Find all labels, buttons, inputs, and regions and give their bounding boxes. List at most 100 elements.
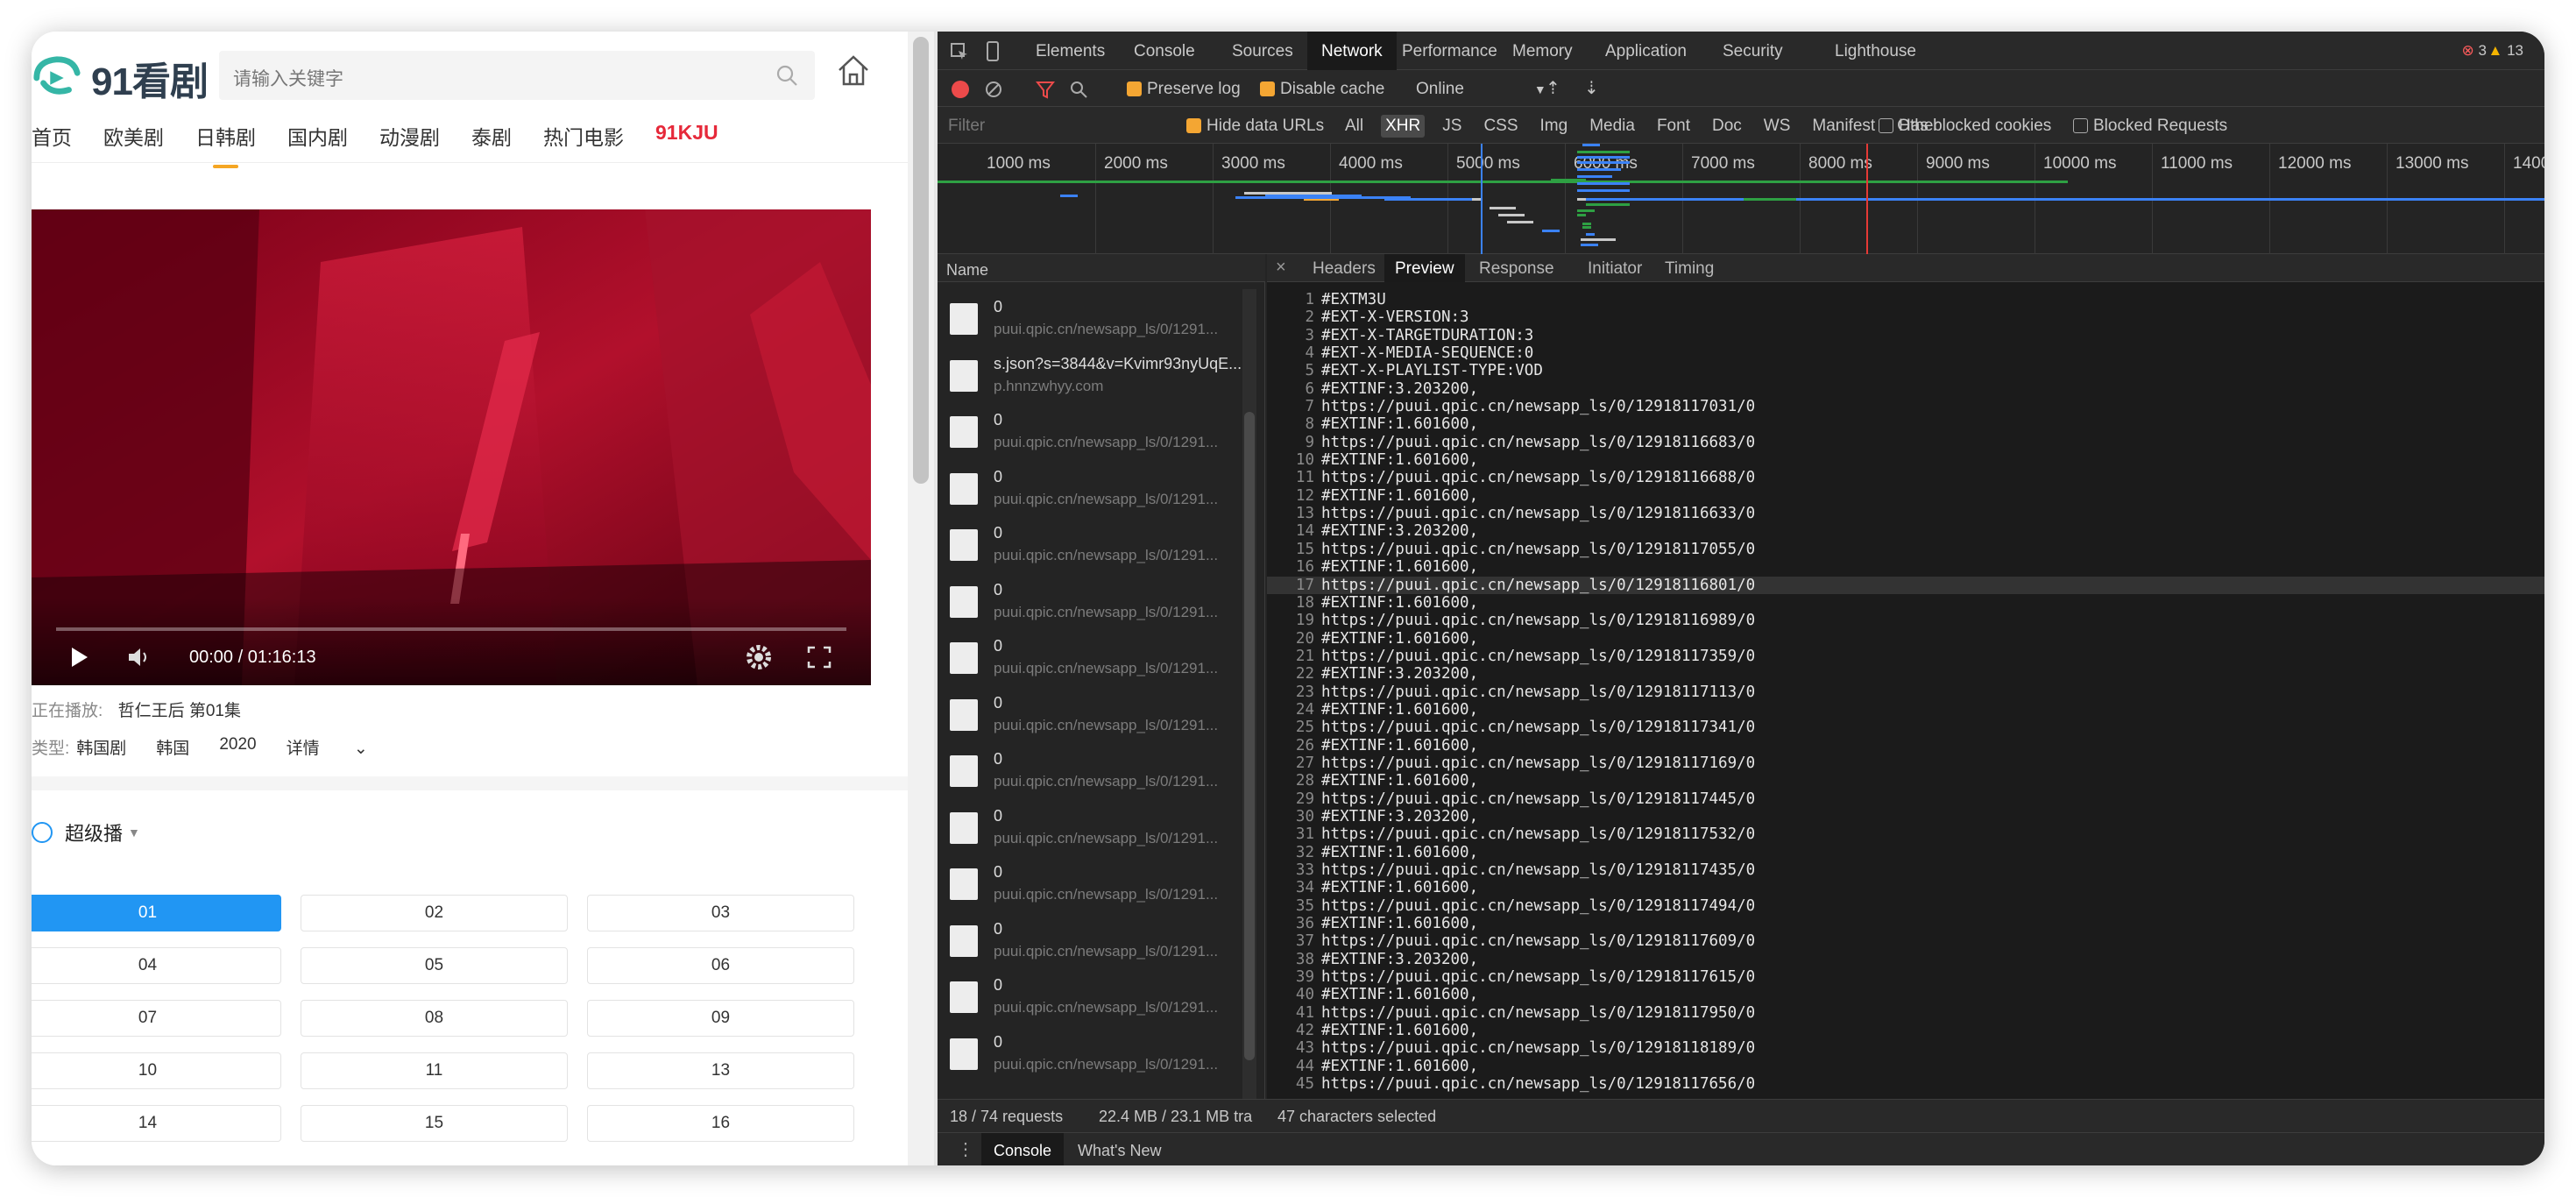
- filter-type-css[interactable]: CSS: [1479, 115, 1522, 138]
- detail-tab-timing[interactable]: Timing: [1665, 259, 1714, 279]
- record-icon[interactable]: [952, 81, 969, 98]
- episode-button[interactable]: 04: [32, 947, 281, 984]
- hide-data-urls-checkbox[interactable]: Hide data URLs: [1186, 117, 1324, 136]
- blocked-cookies-checkbox[interactable]: Has blocked cookies: [1879, 117, 2051, 136]
- volume-icon[interactable]: [126, 645, 152, 669]
- episode-button[interactable]: 07: [32, 1000, 281, 1037]
- drawer-menu-icon[interactable]: ⋮: [957, 1138, 974, 1160]
- filter-input[interactable]: Filter: [948, 117, 985, 136]
- filter-type-ws[interactable]: WS: [1759, 115, 1795, 138]
- export-har-icon[interactable]: ⇣: [1584, 77, 1599, 99]
- settings-gear-icon[interactable]: [745, 643, 773, 671]
- blocked-requests-checkbox[interactable]: Blocked Requests: [2073, 117, 2227, 136]
- request-row[interactable]: 0 puui.qpic.cn/newsapp_ls/0/1291...: [938, 685, 1265, 741]
- detail-tab-preview[interactable]: Preview: [1384, 254, 1465, 282]
- list-scrollbar[interactable]: [1242, 289, 1256, 1113]
- devtools-tab-sources[interactable]: Sources: [1232, 42, 1293, 61]
- episode-button[interactable]: 15: [301, 1105, 568, 1142]
- nav-item[interactable]: 国内剧: [287, 121, 348, 151]
- nav-item[interactable]: 泰剧: [471, 121, 512, 151]
- request-row[interactable]: 0 puui.qpic.cn/newsapp_ls/0/1291...: [938, 628, 1265, 684]
- request-row[interactable]: 0 puui.qpic.cn/newsapp_ls/0/1291...: [938, 798, 1265, 854]
- episode-button[interactable]: 13: [587, 1052, 854, 1089]
- devtools-tab-security[interactable]: Security: [1723, 42, 1783, 61]
- detail-link[interactable]: 详情 ⌄: [287, 735, 398, 759]
- filter-type-font[interactable]: Font: [1652, 115, 1695, 138]
- nav-item[interactable]: 热门电影: [543, 121, 624, 151]
- play-source[interactable]: 超级播 ▼: [32, 818, 140, 846]
- fullscreen-icon[interactable]: [806, 645, 832, 669]
- request-row[interactable]: 0 puui.qpic.cn/newsapp_ls/0/1291...: [938, 911, 1265, 967]
- detail-tab-response[interactable]: Response: [1479, 259, 1554, 279]
- nav-item[interactable]: 动漫剧: [379, 121, 440, 151]
- filter-type-media[interactable]: Media: [1585, 115, 1639, 138]
- network-overview[interactable]: 1000 ms2000 ms3000 ms4000 ms5000 ms6000 …: [938, 144, 2544, 254]
- episode-button[interactable]: 02: [301, 895, 568, 931]
- devtools-tab-network[interactable]: Network: [1307, 32, 1397, 70]
- throttle-select[interactable]: Online ▼: [1416, 80, 1546, 99]
- detail-tab-initiator[interactable]: Initiator: [1588, 259, 1642, 279]
- request-row[interactable]: 0 puui.qpic.cn/newsapp_ls/0/1291...: [938, 572, 1265, 628]
- devtools-tab-application[interactable]: Application: [1605, 42, 1687, 61]
- home-icon[interactable]: [834, 51, 873, 89]
- devtools-tab-elements[interactable]: Elements: [1036, 42, 1105, 61]
- episode-button[interactable]: 10: [32, 1052, 281, 1089]
- episode-button[interactable]: 05: [301, 947, 568, 984]
- episode-button[interactable]: 11: [301, 1052, 568, 1089]
- request-row[interactable]: 0 puui.qpic.cn/newsapp_ls/0/1291...: [938, 967, 1265, 1023]
- scrollbar-thumb[interactable]: [913, 37, 929, 484]
- preserve-log-checkbox[interactable]: Preserve log: [1127, 80, 1241, 99]
- seek-bar[interactable]: [56, 627, 846, 631]
- request-row[interactable]: 0 puui.qpic.cn/newsapp_ls/0/1291...: [938, 459, 1265, 515]
- filter-type-doc[interactable]: Doc: [1708, 115, 1746, 138]
- filter-type-all[interactable]: All: [1341, 115, 1368, 138]
- close-icon[interactable]: ×: [1276, 258, 1286, 278]
- episode-button[interactable]: 03: [587, 895, 854, 931]
- detail-tab-headers[interactable]: Headers: [1313, 259, 1376, 279]
- disable-cache-checkbox[interactable]: Disable cache: [1260, 80, 1384, 99]
- filter-type-xhr[interactable]: XHR: [1381, 115, 1426, 138]
- site-scrollbar[interactable]: [908, 32, 934, 1165]
- search-icon[interactable]: [775, 63, 799, 88]
- episode-button[interactable]: 14: [32, 1105, 281, 1142]
- video-player[interactable]: 00:00 / 01:16:13: [32, 209, 871, 685]
- device-toggle-icon[interactable]: [983, 40, 1002, 63]
- episode-button[interactable]: 08: [301, 1000, 568, 1037]
- nav-item[interactable]: 91KJU: [655, 121, 718, 151]
- search-input[interactable]: 请输入关键字: [219, 51, 815, 100]
- filter-type-img[interactable]: Img: [1536, 115, 1573, 138]
- devtools-tab-lighthouse[interactable]: Lighthouse: [1835, 42, 1916, 61]
- warning-count[interactable]: ▲ 13: [2488, 42, 2523, 60]
- name-column-header[interactable]: Name: [938, 254, 1265, 282]
- nav-item[interactable]: 日韩剧: [195, 121, 256, 168]
- m3u8-preview[interactable]: 1 #EXTM3U 2 #EXT-X-VERSION:3 3 #EXT-X-TARGETD…: [1267, 291, 2544, 1093]
- request-row[interactable]: 0 puui.qpic.cn/newsapp_ls/0/1291...: [938, 289, 1265, 345]
- clear-icon[interactable]: [985, 81, 1002, 98]
- request-row[interactable]: 0 puui.qpic.cn/newsapp_ls/0/1291...: [938, 1024, 1265, 1080]
- tag-region[interactable]: 韩国: [156, 735, 189, 759]
- episode-button[interactable]: 06: [587, 947, 854, 984]
- tag-genre[interactable]: 韩国剧: [76, 735, 126, 759]
- site-logo[interactable]: 91看剧: [32, 47, 209, 109]
- filter-type-manifest[interactable]: Manifest: [1808, 115, 1879, 138]
- request-row[interactable]: 0 puui.qpic.cn/newsapp_ls/0/1291...: [938, 741, 1265, 797]
- tag-year[interactable]: 2020: [219, 735, 256, 759]
- nav-item[interactable]: 欧美剧: [103, 121, 164, 151]
- drawer-tab-console[interactable]: Console: [981, 1133, 1065, 1165]
- filter-type-js[interactable]: JS: [1438, 115, 1466, 138]
- episode-button[interactable]: 16: [587, 1105, 854, 1142]
- episode-button[interactable]: 09: [587, 1000, 854, 1037]
- filter-icon[interactable]: [1036, 80, 1055, 99]
- devtools-tab-memory[interactable]: Memory: [1512, 42, 1573, 61]
- devtools-tab-console[interactable]: Console: [1134, 42, 1195, 61]
- request-row[interactable]: 0 puui.qpic.cn/newsapp_ls/0/1291...: [938, 402, 1265, 458]
- request-row[interactable]: 0 puui.qpic.cn/newsapp_ls/0/1291...: [938, 515, 1265, 571]
- search-icon[interactable]: [1069, 80, 1088, 99]
- devtools-tab-performance[interactable]: Performance: [1402, 42, 1497, 61]
- inspect-icon[interactable]: [950, 42, 969, 61]
- request-row[interactable]: s.json?s=3844&v=Kvimr93nyUqE... p.hnnzwhy…: [938, 346, 1265, 402]
- episode-button[interactable]: 01: [32, 895, 281, 931]
- request-row[interactable]: 0 puui.qpic.cn/newsapp_ls/0/1291...: [938, 854, 1265, 910]
- import-har-icon[interactable]: ⇡: [1546, 77, 1560, 99]
- error-count[interactable]: ⊗ 3: [2462, 42, 2487, 60]
